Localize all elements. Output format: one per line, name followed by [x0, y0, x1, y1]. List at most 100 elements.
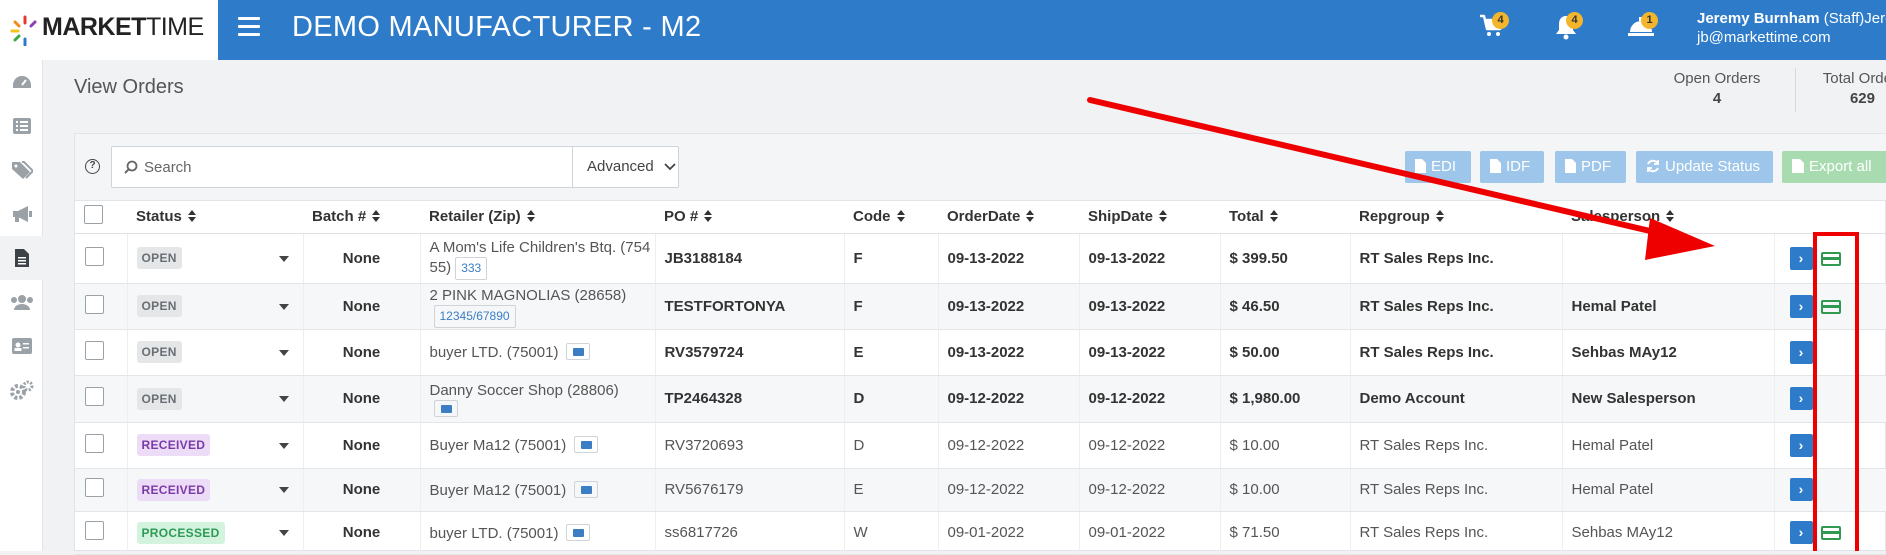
tags-icon	[11, 161, 33, 179]
open-order-button[interactable]: ›	[1789, 433, 1813, 457]
users-icon	[10, 295, 33, 310]
idf-button[interactable]: IDF	[1480, 151, 1544, 183]
retailer-name: Buyer Ma12 (75001)	[429, 481, 567, 499]
total-orders-label: Total Orde	[1822, 70, 1886, 87]
contact-card-icon[interactable]	[433, 399, 458, 417]
batch-cell: None	[302, 233, 420, 284]
orders-toolbar: ? Advanced EDI IDF PDF Update Status Exp…	[75, 134, 1886, 201]
status-badge: PROCESSED	[136, 521, 225, 544]
status-dropdown-icon[interactable]	[278, 255, 289, 262]
app-title: DEMO MANUFACTURER - M2	[292, 11, 702, 43]
row-select-cell	[75, 422, 127, 469]
status-dropdown-icon[interactable]	[278, 487, 289, 493]
update-status-button[interactable]: Update Status	[1636, 151, 1773, 183]
status-dropdown-icon[interactable]	[278, 349, 289, 356]
retailer-tag[interactable]: 333	[455, 257, 488, 280]
row-checkbox[interactable]	[85, 387, 104, 406]
sidebar-item-settings[interactable]	[0, 368, 43, 412]
status-cell[interactable]: OPEN	[126, 283, 303, 330]
export-all-button[interactable]: Export all	[1782, 151, 1886, 183]
table-row[interactable]: RECEIVED None Buyer Ma12 (75001) RV5676179 E…	[75, 468, 1886, 512]
status-cell[interactable]: OPEN	[126, 233, 303, 284]
search-icon	[124, 160, 138, 174]
status-dropdown-icon[interactable]	[278, 442, 289, 449]
column-header-retailer[interactable]: Retailer (Zip)	[420, 201, 655, 234]
column-header-order-date[interactable]: OrderDate	[938, 201, 1079, 234]
ship-date-cell: 09-13-2022	[1078, 329, 1220, 376]
total-orders-stat: Total Orde 629	[1812, 70, 1886, 107]
open-order-button[interactable]: ›	[1789, 387, 1813, 410]
open-order-button[interactable]: ›	[1789, 246, 1813, 270]
column-header-code[interactable]: Code	[844, 201, 938, 234]
sidebar-item-tags[interactable]	[0, 148, 43, 192]
sidebar-item-campaigns[interactable]	[0, 192, 43, 236]
po-cell: TP2464328	[654, 375, 844, 423]
orders-panel: ? Advanced EDI IDF PDF Update Status Exp…	[74, 133, 1886, 555]
advanced-search-button[interactable]: Advanced	[572, 147, 679, 187]
row-checkbox[interactable]	[85, 478, 104, 497]
retailer-name: buyer LTD. (75001)	[429, 344, 559, 361]
row-checkbox[interactable]	[85, 521, 104, 540]
contact-card-icon[interactable]	[574, 480, 599, 498]
dashboard-icon	[12, 76, 31, 88]
cart-button[interactable]: 4	[1475, 12, 1509, 48]
status-dropdown-icon[interactable]	[278, 396, 289, 402]
status-cell[interactable]: RECEIVED	[126, 422, 303, 469]
status-cell[interactable]: OPEN	[126, 375, 303, 423]
table-row[interactable]: OPEN None Danny Soccer Shop (28806) TP24643…	[75, 375, 1886, 423]
sidebar-item-list[interactable]	[0, 104, 43, 148]
ship-date-cell: 09-13-2022	[1078, 283, 1220, 330]
table-row[interactable]: RECEIVED None Buyer Ma12 (75001) RV3720693 D…	[75, 422, 1886, 469]
sort-icon	[1026, 210, 1035, 223]
open-order-button[interactable]: ›	[1789, 340, 1813, 364]
orders-table: Status Batch # Retailer (Zip) PO # Code …	[75, 201, 1886, 555]
sidebar-item-orders[interactable]	[0, 236, 43, 280]
user-email: jb@markettime.com	[1697, 29, 1831, 46]
row-checkbox[interactable]	[85, 294, 104, 314]
notifications-button[interactable]: 4	[1549, 12, 1583, 48]
service-button[interactable]: 1	[1624, 12, 1658, 48]
batch-cell: None	[302, 422, 420, 469]
po-cell: TESTFORTONYA	[654, 283, 844, 330]
contact-card-icon[interactable]	[566, 523, 591, 541]
status-dropdown-icon[interactable]	[278, 303, 289, 310]
logo[interactable]: MARKETTIME	[0, 0, 218, 60]
status-cell[interactable]: RECEIVED	[126, 468, 303, 512]
status-cell[interactable]: PROCESSED	[126, 511, 303, 555]
menu-toggle-icon[interactable]	[238, 17, 260, 37]
open-order-button[interactable]: ›	[1789, 521, 1813, 544]
open-order-button[interactable]: ›	[1789, 478, 1813, 501]
row-checkbox[interactable]	[85, 340, 104, 360]
table-row[interactable]: OPEN None A Mom's Life Children's Btq. (75…	[75, 233, 1886, 284]
pdf-button[interactable]: PDF	[1555, 151, 1626, 183]
annotation-arrow	[1087, 97, 1715, 260]
retailer-name: 2 PINK MAGNOLIAS (28658)	[429, 287, 627, 304]
sidebar-item-users[interactable]	[0, 280, 43, 324]
user-menu[interactable]: Jeremy Burnham (Staff)Jerem	[1697, 10, 1886, 27]
sort-icon	[526, 210, 535, 223]
select-all-checkbox[interactable]	[84, 205, 103, 225]
retailer-tag[interactable]: 12345/67890	[433, 305, 516, 328]
salesperson-cell: Sehbas MAy12	[1561, 511, 1774, 555]
sidebar-item-dashboard[interactable]	[0, 60, 43, 104]
open-order-button[interactable]: ›	[1789, 294, 1813, 318]
column-header-batch[interactable]: Batch #	[303, 201, 420, 234]
contact-card-icon[interactable]	[574, 436, 599, 453]
row-checkbox[interactable]	[85, 246, 104, 266]
stat-divider	[1795, 68, 1796, 112]
table-row[interactable]: OPEN None buyer LTD. (75001) RV3579724 E 09-1…	[75, 329, 1886, 376]
retailer-name: buyer LTD. (75001)	[429, 524, 559, 542]
batch-cell: None	[302, 468, 420, 512]
search-input[interactable]	[144, 155, 464, 179]
status-dropdown-icon[interactable]	[278, 530, 289, 536]
column-header-po[interactable]: PO #	[655, 201, 844, 234]
sidebar-item-contacts[interactable]	[0, 324, 43, 368]
help-icon[interactable]: ?	[85, 159, 100, 174]
order-date-cell: 09-13-2022	[937, 283, 1079, 330]
column-header-status[interactable]: Status	[127, 201, 303, 234]
table-row[interactable]: OPEN None 2 PINK MAGNOLIAS (28658) 12345/67…	[75, 283, 1886, 330]
status-cell[interactable]: OPEN	[126, 329, 303, 376]
contact-card-icon[interactable]	[566, 343, 591, 360]
table-row[interactable]: PROCESSED None buyer LTD. (75001) ss6817726…	[75, 511, 1886, 555]
row-checkbox[interactable]	[85, 433, 104, 453]
